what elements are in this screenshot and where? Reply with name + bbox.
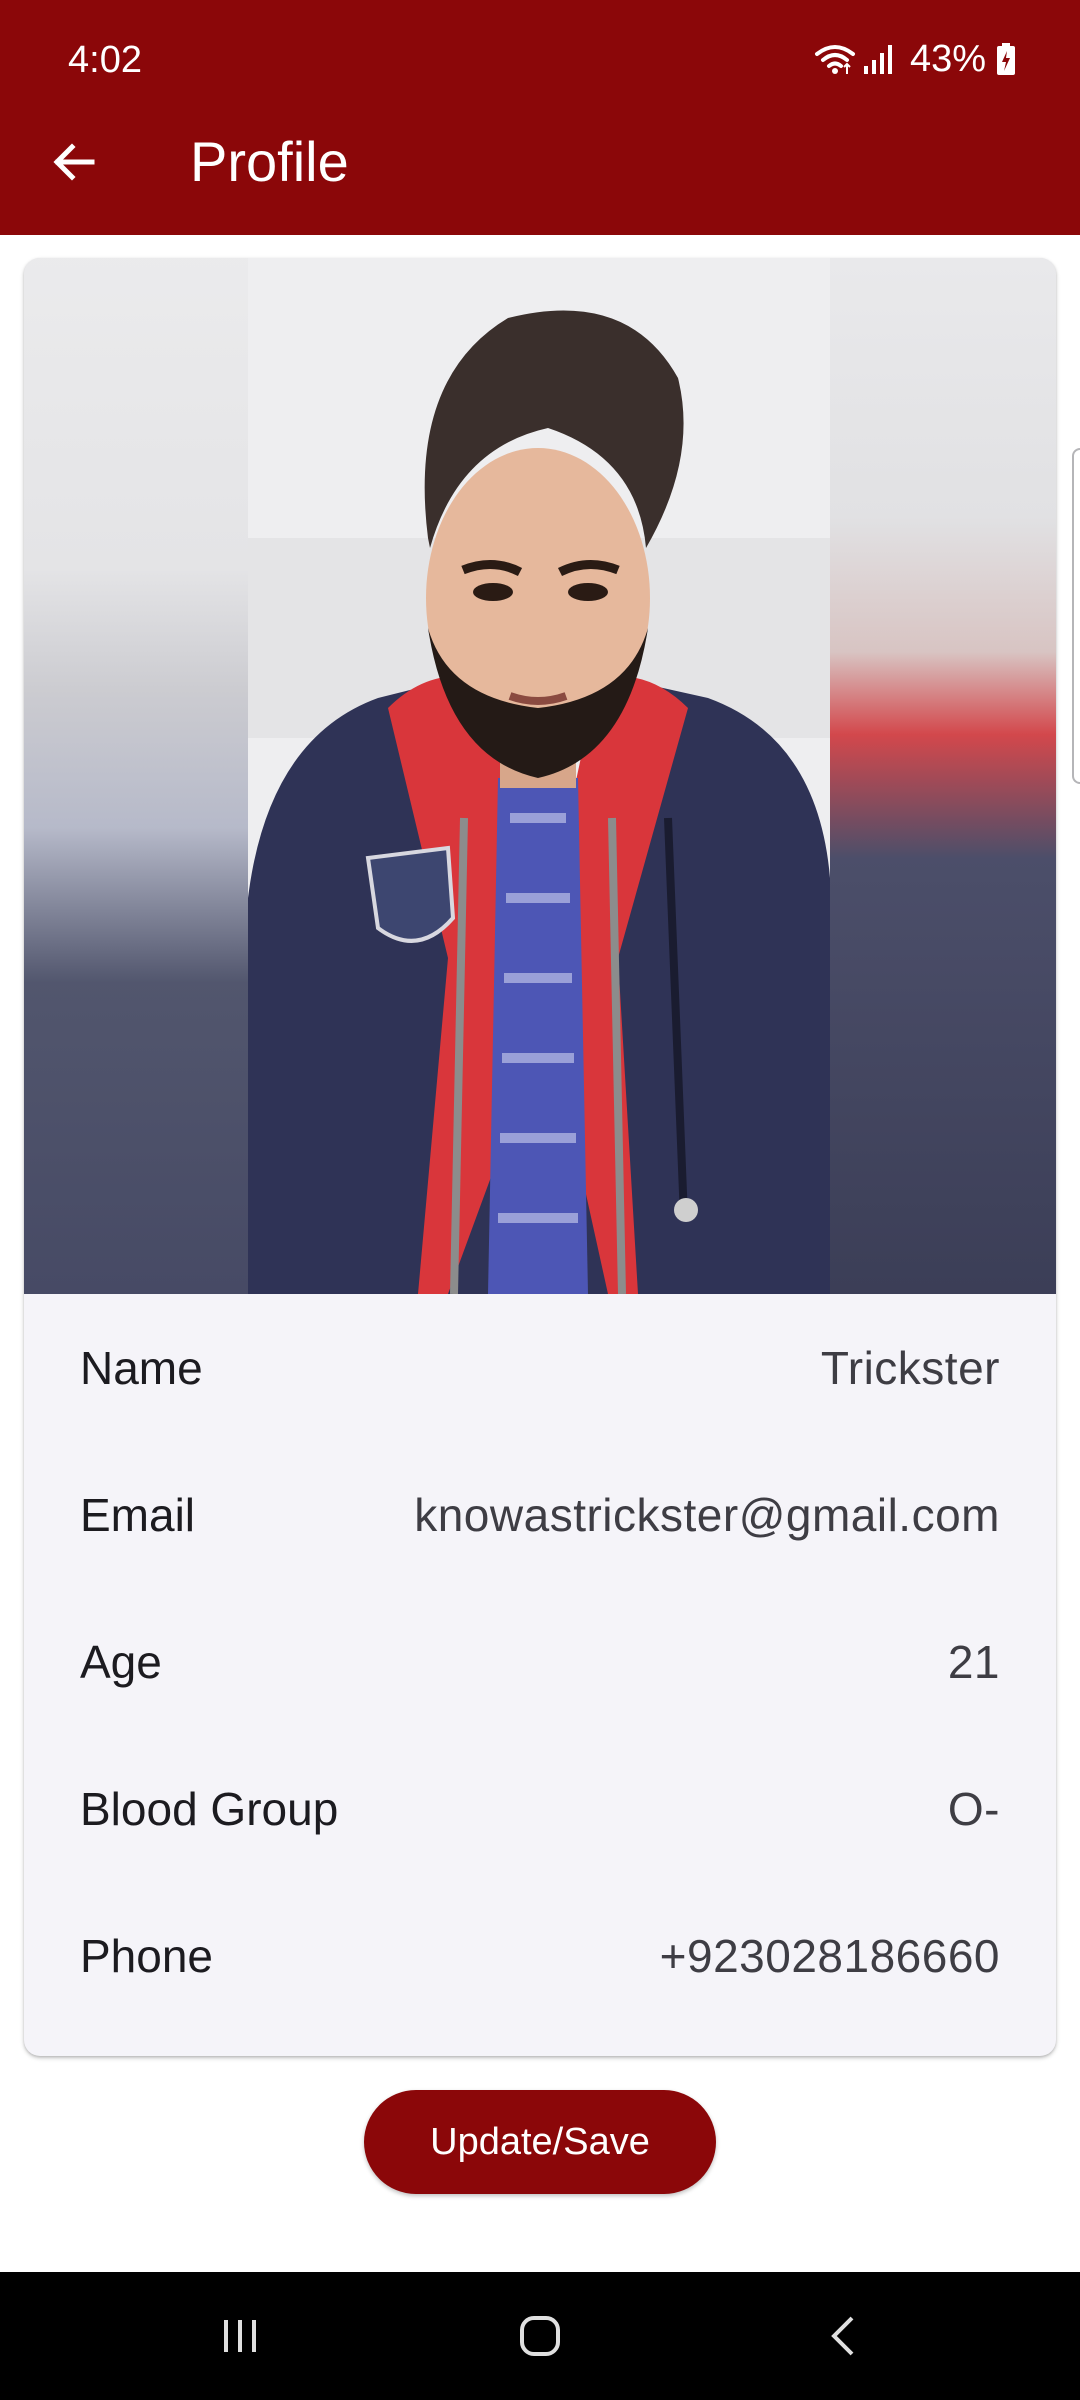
page-title: Profile xyxy=(190,130,349,193)
system-nav-bar xyxy=(0,2272,1080,2400)
row-value: +923028186660 xyxy=(659,1929,1000,1982)
profile-row-email: Email knowastrickster@gmail.com xyxy=(24,1441,1056,1588)
row-value: 21 xyxy=(947,1635,1000,1688)
person-illustration xyxy=(248,258,830,1294)
signal-icon xyxy=(862,42,896,76)
battery-percent: 43% xyxy=(909,38,986,80)
home-icon xyxy=(520,2316,560,2356)
row-label: Blood Group xyxy=(80,1782,339,1835)
back-nav-button[interactable] xyxy=(804,2296,884,2376)
update-save-button[interactable]: Update/Save xyxy=(364,2090,716,2194)
photo-main xyxy=(248,258,830,1294)
photo-blur-right xyxy=(830,258,1056,1294)
wifi-icon xyxy=(814,42,856,76)
status-icons: 43% xyxy=(814,34,1016,84)
row-label: Phone xyxy=(80,1929,214,1982)
arrow-left-icon xyxy=(53,143,95,181)
profile-row-name: Name Trickster xyxy=(24,1294,1056,1441)
back-nav-icon xyxy=(831,2316,854,2356)
row-value: knowastrickster@gmail.com xyxy=(414,1488,1000,1541)
home-button[interactable] xyxy=(500,2296,580,2376)
profile-row-phone: Phone +923028186660 xyxy=(24,1882,1056,2029)
row-label: Email xyxy=(80,1488,196,1541)
photo-blur-left xyxy=(24,258,248,1294)
back-button[interactable] xyxy=(40,128,108,196)
profile-row-blood-group: Blood Group O- xyxy=(24,1735,1056,1882)
profile-row-age: Age 21 xyxy=(24,1588,1056,1735)
row-value: O- xyxy=(947,1782,1000,1835)
row-value: Trickster xyxy=(820,1341,1000,1394)
app-bar: 4:02 43% Profile xyxy=(0,0,1080,235)
recent-apps-icon xyxy=(224,2320,256,2352)
edge-panel-handle[interactable] xyxy=(1072,448,1080,784)
recent-apps-button[interactable] xyxy=(200,2296,280,2376)
battery-charging-icon xyxy=(996,42,1016,76)
row-label: Age xyxy=(80,1635,162,1688)
status-time: 4:02 xyxy=(68,39,142,81)
profile-details: Name Trickster Email knowastrickster@gma… xyxy=(24,1294,1056,2029)
profile-photo[interactable] xyxy=(24,258,1056,1294)
profile-card: Name Trickster Email knowastrickster@gma… xyxy=(24,258,1056,2056)
row-label: Name xyxy=(80,1341,203,1394)
profile-screen: 4:02 43% Profile Name Trickster Email kn… xyxy=(0,0,1080,2400)
